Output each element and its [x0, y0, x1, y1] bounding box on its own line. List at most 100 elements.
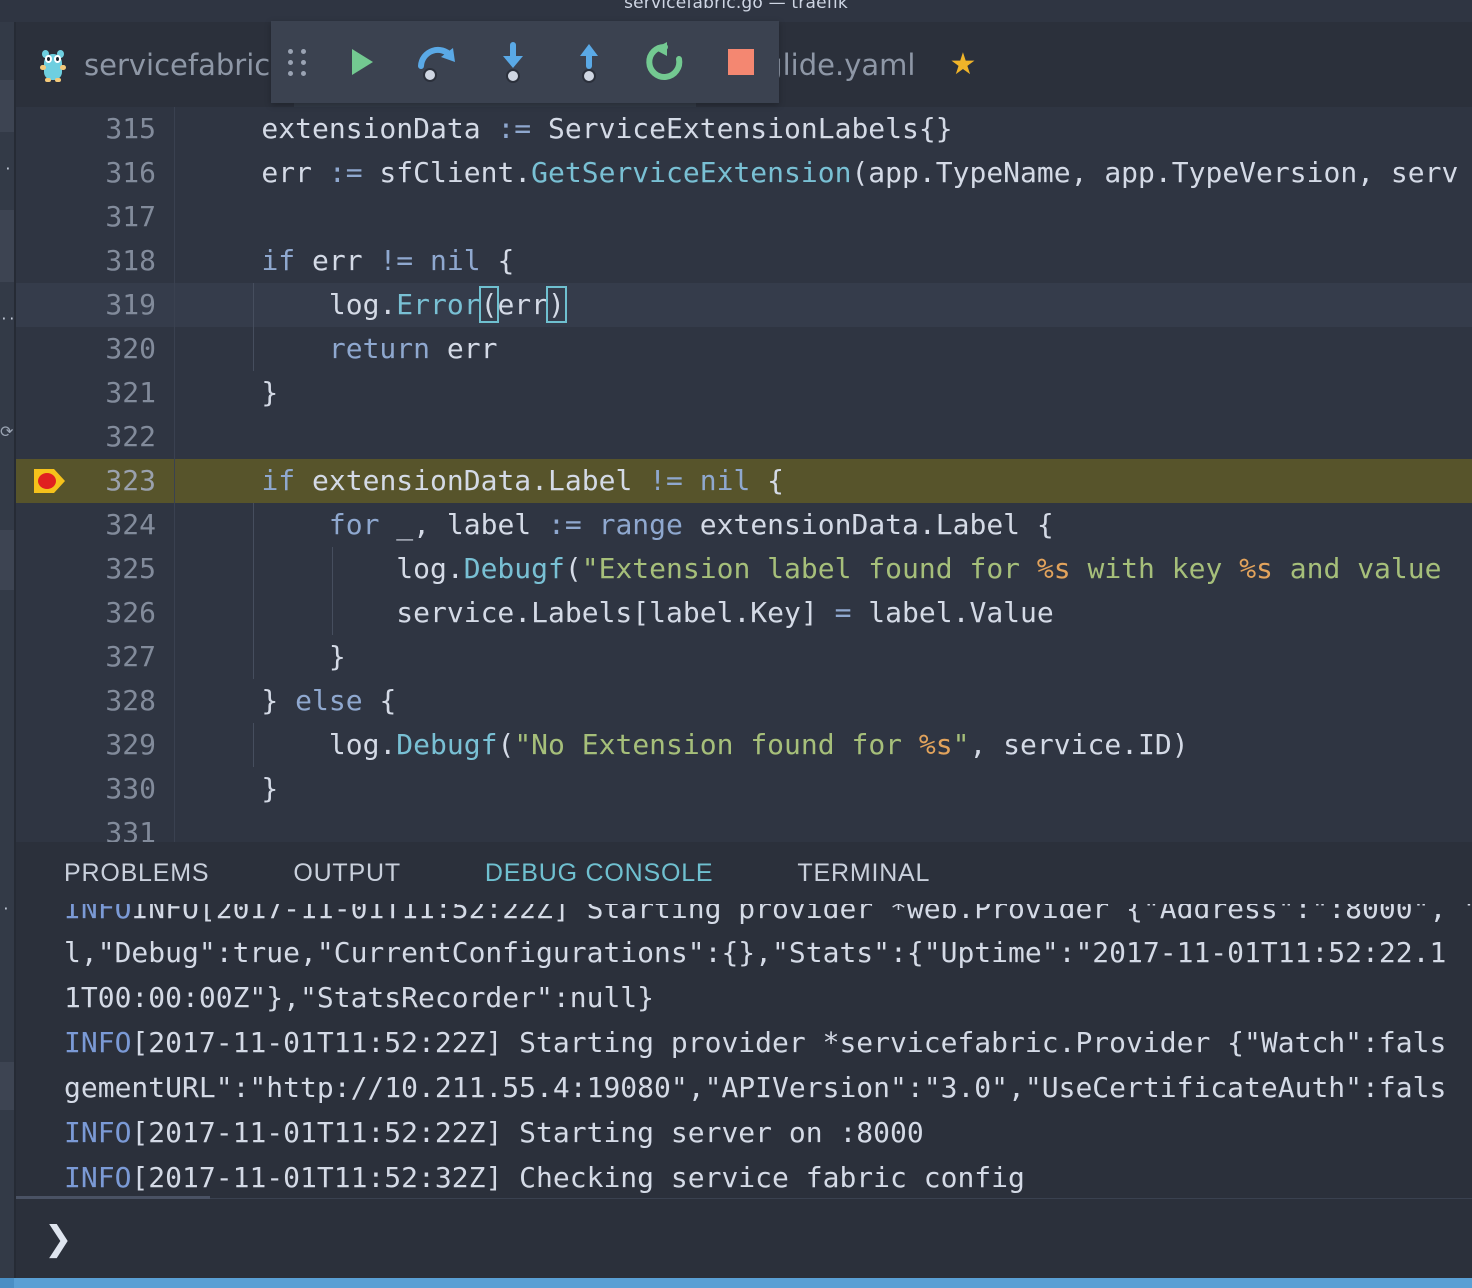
- status-bar[interactable]: [0, 1278, 1472, 1288]
- debug-repl-input[interactable]: ❯: [16, 1199, 1472, 1278]
- log-message: [2017-11-01T11:52:22Z] Starting server o…: [131, 1116, 923, 1149]
- line-number: 320: [16, 327, 156, 371]
- console-line: INFO[2017-11-01T11:52:22Z] Starting prov…: [64, 1020, 1472, 1065]
- log-message: [2017-11-01T11:52:22Z] Starting provider…: [131, 1026, 1446, 1059]
- code-line[interactable]: 315 extensionData := ServiceExtensionLab…: [16, 107, 1472, 151]
- code-line[interactable]: 329 log.Debugf("No Extension found for %…: [16, 723, 1472, 767]
- step-into-icon: [493, 40, 533, 84]
- line-number: 316: [16, 151, 156, 195]
- line-source: if extensionData.Label != nil {: [194, 459, 784, 503]
- star-icon: ★: [949, 47, 976, 82]
- console-line: INFO[2017-11-01T11:52:32Z] Checking serv…: [64, 1155, 1472, 1198]
- code-editor[interactable]: 315 extensionData := ServiceExtensionLab…: [16, 107, 1472, 842]
- stop-icon: [724, 45, 758, 79]
- console-line: gementURL":"http://10.211.55.4:19080","A…: [64, 1065, 1472, 1110]
- console-line: INFO[2017-11-01T11:52:22Z] Starting serv…: [64, 1110, 1472, 1155]
- line-number: 318: [16, 239, 156, 283]
- tab-overflow-indicator[interactable]: ★: [939, 22, 1000, 107]
- gutter-separator: [174, 107, 175, 842]
- sidebar-block: [0, 80, 14, 132]
- line-source: log.Debugf("Extension label found for %s…: [194, 547, 1441, 591]
- line-number: 321: [16, 371, 156, 415]
- step-over-button[interactable]: [398, 21, 474, 103]
- line-number: 331: [16, 811, 156, 842]
- line-source: extensionData := ServiceExtensionLabels{…: [194, 107, 953, 151]
- line-number: 317: [16, 195, 156, 239]
- tab-problems[interactable]: PROBLEMS: [64, 859, 209, 888]
- code-line-executing[interactable]: 323 if extensionData.Label != nil {: [16, 459, 1472, 503]
- log-level-badge: INFO: [64, 1116, 131, 1149]
- tab-debug-console[interactable]: DEBUG CONSOLE: [485, 859, 714, 888]
- code-line[interactable]: 330 }: [16, 767, 1472, 811]
- code-line[interactable]: 324 for _, label := range extensionData.…: [16, 503, 1472, 547]
- sidebar-block: [0, 1062, 14, 1110]
- code-line[interactable]: 318 if err != nil {: [16, 239, 1472, 283]
- breakpoint-exec-marker[interactable]: [34, 468, 66, 494]
- code-line[interactable]: 317: [16, 195, 1472, 239]
- line-source: } else {: [194, 679, 396, 723]
- code-line-current-cursor[interactable]: 319 log.Error(err): [16, 283, 1472, 327]
- line-number: 328: [16, 679, 156, 723]
- line-source: }: [194, 371, 278, 415]
- restart-button[interactable]: [627, 21, 703, 103]
- debug-console-output[interactable]: INFOINFO[2017-11-01T11:52:22Z] Starting …: [16, 904, 1472, 1198]
- line-source: }: [194, 767, 278, 811]
- debug-toolbar[interactable]: [271, 21, 779, 103]
- play-icon: [340, 42, 380, 82]
- tab-servicefabric[interactable]: servicefabric: [16, 22, 294, 107]
- console-line: 1T00:00:00Z"},"StatsRecorder":null}: [64, 975, 1472, 1020]
- tab-output[interactable]: OUTPUT: [293, 859, 401, 888]
- sidebar-glyph: ·: [2, 902, 10, 917]
- drag-handle-icon[interactable]: [271, 21, 322, 103]
- log-level-badge: INFO: [64, 1161, 131, 1194]
- log-message: [2017-11-01T11:52:32Z] Checking service …: [131, 1161, 1024, 1194]
- step-into-button[interactable]: [475, 21, 551, 103]
- code-line[interactable]: 326 service.Labels[label.Key] = label.Va…: [16, 591, 1472, 635]
- tab-label: servicefabric: [84, 48, 270, 82]
- sidebar-block: [0, 530, 14, 590]
- console-line: INFOINFO[2017-11-01T11:52:22Z] Starting …: [64, 904, 1472, 930]
- line-number: 324: [16, 503, 156, 547]
- code-line[interactable]: 316 err := sfClient.GetServiceExtension(…: [16, 151, 1472, 195]
- line-number: 327: [16, 635, 156, 679]
- log-level-badge: INFO: [64, 1026, 131, 1059]
- code-line[interactable]: 320 return err: [16, 327, 1472, 371]
- line-source: log.Error(err): [194, 283, 567, 327]
- chevron-right-icon: ❯: [44, 1219, 73, 1259]
- sidebar-block: [0, 210, 14, 282]
- side-bar-edge[interactable]: · ·· ⟳ ·: [0, 22, 14, 1288]
- line-number: 325: [16, 547, 156, 591]
- line-number: 330: [16, 767, 156, 811]
- code-line[interactable]: 327 }: [16, 635, 1472, 679]
- line-source: return err: [194, 327, 497, 371]
- line-source: service.Labels[label.Key] = label.Value: [194, 591, 1054, 635]
- window-title: servicefabric.go — traefik: [624, 0, 848, 13]
- line-number: 315: [16, 107, 156, 151]
- line-source: for _, label := range extensionData.Labe…: [194, 503, 1054, 547]
- code-line[interactable]: 322: [16, 415, 1472, 459]
- tab-label: glide.yaml: [764, 48, 915, 82]
- tab-terminal[interactable]: TERMINAL: [797, 859, 930, 888]
- bottom-panel: PROBLEMS OUTPUT DEBUG CONSOLE TERMINAL I…: [16, 842, 1472, 1278]
- code-line[interactable]: 325 log.Debugf("Extension label found fo…: [16, 547, 1472, 591]
- line-source: log.Debugf("No Extension found for %s", …: [194, 723, 1189, 767]
- step-over-icon: [413, 40, 461, 84]
- step-out-icon: [569, 40, 609, 84]
- console-line: l,"Debug":true,"CurrentConfigurations":{…: [64, 930, 1472, 975]
- sidebar-glyph: ·: [4, 162, 12, 177]
- line-number: 329: [16, 723, 156, 767]
- window-title-bar: servicefabric.go — traefik: [0, 0, 1472, 22]
- go-gopher-icon: [40, 48, 70, 82]
- line-source: if err != nil {: [194, 239, 514, 283]
- line-number: 319: [16, 283, 156, 327]
- step-out-button[interactable]: [551, 21, 627, 103]
- status-bar-left-segment: [0, 1278, 14, 1288]
- code-line[interactable]: 331: [16, 811, 1472, 842]
- code-line[interactable]: 328 } else {: [16, 679, 1472, 723]
- continue-button[interactable]: [322, 21, 398, 103]
- stop-button[interactable]: [703, 21, 779, 103]
- line-source: err := sfClient.GetServiceExtension(app.…: [194, 151, 1458, 195]
- panel-tab-bar: PROBLEMS OUTPUT DEBUG CONSOLE TERMINAL: [16, 842, 1472, 904]
- code-line[interactable]: 321 }: [16, 371, 1472, 415]
- restart-icon: [643, 40, 687, 84]
